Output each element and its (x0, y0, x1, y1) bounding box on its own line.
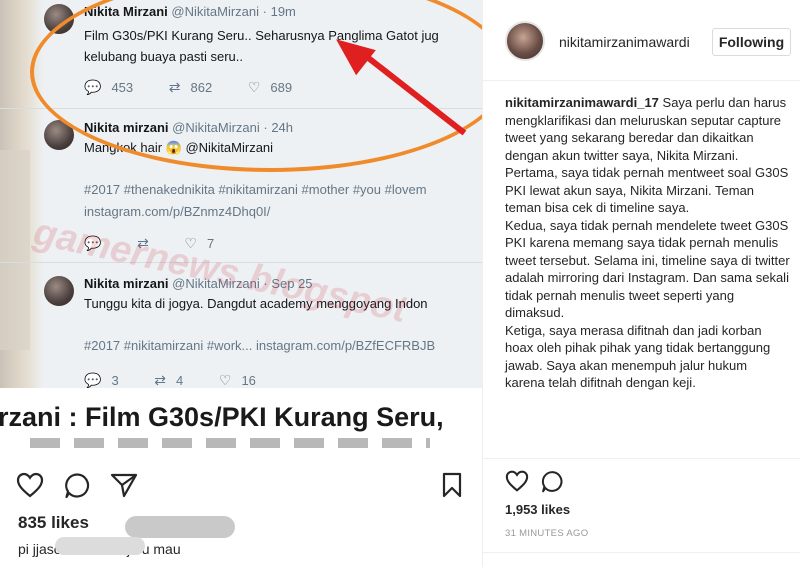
post-caption: nikitamirzanimawardi_17 Saya perlu dan h… (505, 94, 790, 392)
comment-divider (483, 552, 800, 553)
image-headline-strip: rzani : Film G30s/PKI Kurang Seru, (0, 388, 482, 455)
headline-cutoff (30, 438, 430, 448)
heart-icon[interactable] (505, 470, 529, 492)
post-sidebar: nikitamirzanimawardi Following nikitamir… (482, 0, 800, 567)
image-side-blur (0, 150, 30, 350)
redacted-blur (55, 537, 145, 555)
actions-divider (483, 458, 800, 459)
bookmark-icon[interactable] (441, 472, 463, 498)
avatar[interactable] (505, 21, 545, 61)
caption-paragraph: nikitamirzanimawardi_17 Saya perlu dan h… (505, 94, 790, 164)
heart-icon[interactable] (16, 472, 44, 498)
retweet-icon: ⇄ (154, 372, 167, 388)
caption-paragraph: Kedua, saya tidak pernah mendelete tweet… (505, 217, 790, 321)
like-icon: ♡ (218, 372, 232, 388)
redacted-blur (125, 516, 235, 538)
tweet-hashtags: #2017 #nikitamirzani #work... instagram.… (84, 338, 436, 353)
header-username[interactable]: nikitamirzanimawardi (559, 34, 690, 50)
tweet-hashtags: #2017 #thenakednikita #nikitamirzani #mo… (84, 182, 427, 197)
tweet-avatar (44, 276, 74, 306)
like-count: 16 (241, 373, 256, 388)
reply-icon: 💬 (84, 372, 102, 388)
comment-icon[interactable] (64, 472, 91, 499)
likes-count[interactable]: 835 likes (18, 513, 89, 533)
post-timestamp: 31 MINUTES AGO (505, 528, 589, 539)
tweet-link: instagram.com/p/BZnmz4Dhq0I/ (84, 204, 271, 219)
header-divider (483, 80, 800, 81)
caption-paragraph: Pertama, saya tidak pernah mentweet soal… (505, 165, 789, 215)
post-image[interactable]: Nikita Mirzani @NikitaMirzani · 19m Film… (0, 0, 482, 388)
following-button[interactable]: Following (712, 28, 791, 56)
caption-paragraph: Ketiga, saya merasa difitnah dan jadi ko… (505, 322, 771, 391)
share-icon[interactable] (110, 472, 138, 498)
tweet-actions: 💬 3 ⇄ 4 ♡ 16 (84, 372, 266, 388)
post-action-bar (0, 458, 482, 506)
likes-count[interactable]: 1,953 likes (505, 502, 570, 517)
comment-icon[interactable] (541, 470, 564, 493)
caption-username[interactable]: nikitamirzanimawardi_17 (505, 95, 659, 110)
image-headline: rzani : Film G30s/PKI Kurang Seru, (0, 402, 444, 432)
post-image-panel: Nikita Mirzani @NikitaMirzani · 19m Film… (0, 0, 482, 567)
retweet-count: 4 (176, 373, 184, 388)
reply-count: 3 (111, 373, 119, 388)
